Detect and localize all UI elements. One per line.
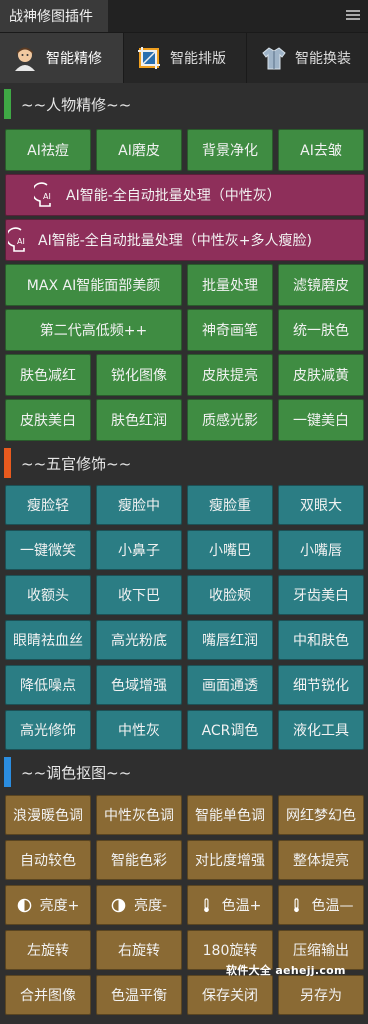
tab-label: 智能精修 <box>46 51 102 67</box>
shrink-chin-button[interactable]: 收下巴 <box>96 575 182 615</box>
ai-acne-removal-button[interactable]: AI祛痘 <box>5 129 91 171</box>
reduce-noise-button[interactable]: 降低噪点 <box>5 665 91 705</box>
color-temp-balance-button[interactable]: 色温平衡 <box>96 975 182 1015</box>
tab-smart-retouch[interactable]: 智能精修 <box>0 33 123 83</box>
contrast-enhance-button[interactable]: 对比度增强 <box>187 840 273 880</box>
dreamy-color-button[interactable]: 网红梦幻色 <box>278 795 364 835</box>
hamburger-menu-icon[interactable] <box>346 10 360 21</box>
romantic-warm-tone-button[interactable]: 浪漫暖色调 <box>5 795 91 835</box>
ai-wrinkle-removal-button[interactable]: AI去皱 <box>278 129 364 171</box>
rotate-left-button[interactable]: 左旋转 <box>5 930 91 970</box>
color-temp-down-button[interactable]: 色温— <box>278 885 364 925</box>
section-title: ~~五官修饰~~ <box>21 454 132 473</box>
neutral-gray-tone-button[interactable]: 中性灰色调 <box>96 795 182 835</box>
thermometer-icon <box>293 897 299 912</box>
tab-label: 智能排版 <box>170 51 226 67</box>
skin-whitening-button[interactable]: 皮肤美白 <box>5 399 91 441</box>
svg-text:AI: AI <box>17 237 25 246</box>
watermark-text: 软件大全 aehejj.com <box>226 964 346 977</box>
overall-brighten-button[interactable]: 整体提亮 <box>278 840 364 880</box>
button-label: 色温+ <box>221 898 262 914</box>
filter-smoothing-button[interactable]: 滤镜磨皮 <box>278 264 364 306</box>
panel-title: 战神修图插件 <box>0 0 108 32</box>
half-circle-contrast-icon <box>17 898 31 912</box>
ai-skin-smoothing-button[interactable]: AI磨皮 <box>96 129 182 171</box>
small-nose-button[interactable]: 小鼻子 <box>96 530 182 570</box>
sharpen-image-button[interactable]: 锐化图像 <box>96 354 182 396</box>
highlight-retouch-button[interactable]: 高光修饰 <box>5 710 91 750</box>
texture-light-button[interactable]: 质感光影 <box>187 399 273 441</box>
panel-titlebar: 战神修图插件 <box>0 0 368 33</box>
high-low-frequency-button[interactable]: 第二代高低频++ <box>5 309 182 351</box>
skin-brighten-button[interactable]: 皮肤提亮 <box>187 354 273 396</box>
ai-head-icon: AI <box>34 182 51 207</box>
avatar-portrait-icon <box>15 47 35 71</box>
section-color-bar <box>4 89 11 119</box>
button-label: 亮度- <box>133 898 168 914</box>
merge-image-button[interactable]: 合并图像 <box>5 975 91 1015</box>
svg-text:AI: AI <box>43 192 51 201</box>
section-facial-features: ~~五官修饰~~ <box>0 447 368 479</box>
teeth-whitening-button[interactable]: 牙齿美白 <box>278 575 364 615</box>
slim-face-heavy-button[interactable]: 瘦脸重 <box>187 485 273 525</box>
background-cleanup-button[interactable]: 背景净化 <box>187 129 273 171</box>
section-color-bar <box>4 448 11 478</box>
acr-color-button[interactable]: ACR调色 <box>187 710 273 750</box>
batch-process-button[interactable]: 批量处理 <box>187 264 273 306</box>
shirt-icon <box>262 47 286 70</box>
highlight-foundation-button[interactable]: 高光粉底 <box>96 620 182 660</box>
shrink-cheeks-button[interactable]: 收脸颊 <box>187 575 273 615</box>
reduce-redness-button[interactable]: 肤色减红 <box>5 354 91 396</box>
tab-label: 智能换装 <box>295 51 351 67</box>
section-color-cutout: ~~调色抠图~~ <box>0 756 368 788</box>
save-close-button[interactable]: 保存关闭 <box>187 975 273 1015</box>
neutralize-skin-button[interactable]: 中和肤色 <box>278 620 364 660</box>
gamut-enhance-button[interactable]: 色域增强 <box>96 665 182 705</box>
ai-batch-neutral-gray-slim-face-button[interactable]: AI AI智能-全自动批量处理（中性灰+多人瘦脸) <box>5 219 365 261</box>
tab-bar: 智能精修 智能排版 智能换装 <box>0 33 368 83</box>
enlarge-eyes-button[interactable]: 双眼大 <box>278 485 364 525</box>
color-temp-up-button[interactable]: 色温+ <box>187 885 273 925</box>
unify-skin-tone-button[interactable]: 统一肤色 <box>278 309 364 351</box>
magic-brush-button[interactable]: 神奇画笔 <box>187 309 273 351</box>
ai-head-icon: AI <box>8 227 25 252</box>
liquify-tool-button[interactable]: 液化工具 <box>278 710 364 750</box>
button-label: 色温— <box>311 898 354 914</box>
rotate-right-button[interactable]: 右旋转 <box>96 930 182 970</box>
crop-layout-icon <box>138 47 160 69</box>
section-people-retouch: ~~人物精修~~ <box>0 88 368 120</box>
max-ai-face-beauty-button[interactable]: MAX AI智能面部美颜 <box>5 264 182 306</box>
slim-face-medium-button[interactable]: 瘦脸中 <box>96 485 182 525</box>
section-title: ~~调色抠图~~ <box>21 763 132 782</box>
thermometer-icon <box>203 897 209 912</box>
brightness-up-button[interactable]: 亮度+ <box>5 885 91 925</box>
ai-batch-neutral-gray-button[interactable]: AI AI智能-全自动批量处理（中性灰） <box>5 174 365 216</box>
button-label: AI智能-全自动批量处理（中性灰） <box>66 188 281 204</box>
smart-mono-tone-button[interactable]: 智能单色调 <box>187 795 273 835</box>
one-click-whitening-button[interactable]: 一键美白 <box>278 399 364 441</box>
brightness-down-button[interactable]: 亮度- <box>96 885 182 925</box>
neutral-gray-button[interactable]: 中性灰 <box>96 710 182 750</box>
image-clarity-button[interactable]: 画面通透 <box>187 665 273 705</box>
shrink-forehead-button[interactable]: 收额头 <box>5 575 91 615</box>
detail-sharpen-button[interactable]: 细节锐化 <box>278 665 364 705</box>
smart-color-button[interactable]: 智能色彩 <box>96 840 182 880</box>
tab-smart-outfit[interactable]: 智能换装 <box>247 33 368 83</box>
rosy-skin-button[interactable]: 肤色红润 <box>96 399 182 441</box>
slim-face-light-button[interactable]: 瘦脸轻 <box>5 485 91 525</box>
button-label: 亮度+ <box>39 898 80 914</box>
half-circle-contrast-icon <box>111 898 126 912</box>
remove-eye-bloodshot-button[interactable]: 眼睛祛血丝 <box>5 620 91 660</box>
small-lips-button[interactable]: 小嘴唇 <box>278 530 364 570</box>
reduce-yellow-button[interactable]: 皮肤减黄 <box>278 354 364 396</box>
section-color-bar <box>4 757 11 787</box>
tab-smart-layout[interactable]: 智能排版 <box>124 33 246 83</box>
save-as-button[interactable]: 另存为 <box>278 975 364 1015</box>
small-mouth-button[interactable]: 小嘴巴 <box>187 530 273 570</box>
section-title: ~~人物精修~~ <box>21 95 132 114</box>
rosy-lips-button[interactable]: 嘴唇红润 <box>187 620 273 660</box>
auto-color-correct-button[interactable]: 自动较色 <box>5 840 91 880</box>
one-click-smile-button[interactable]: 一键微笑 <box>5 530 91 570</box>
button-label: AI智能-全自动批量处理（中性灰+多人瘦脸) <box>38 233 312 249</box>
